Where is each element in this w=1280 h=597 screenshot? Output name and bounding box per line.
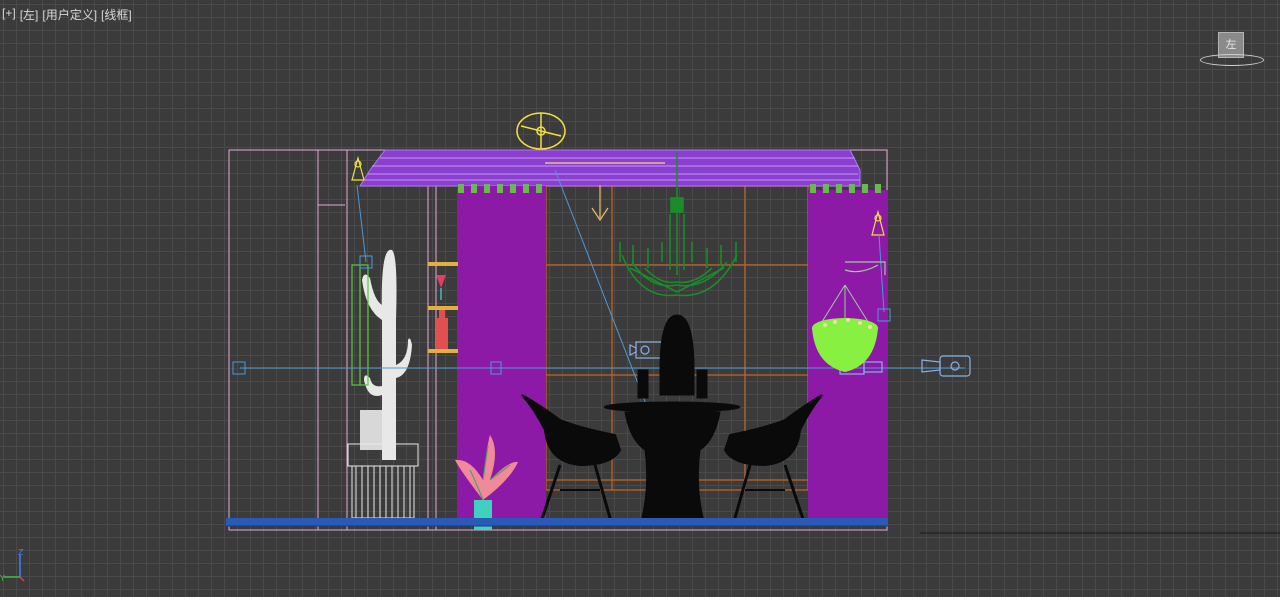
curtain-valance bbox=[359, 149, 861, 187]
wall-shelf bbox=[428, 262, 458, 353]
ceiling-light-icon[interactable] bbox=[516, 112, 566, 150]
bistro-table bbox=[603, 314, 741, 526]
spotlight-icon-left[interactable] bbox=[351, 155, 365, 181]
scene-wireframe[interactable] bbox=[0, 0, 1280, 597]
axis-gizmo: Z Y bbox=[0, 548, 25, 583]
camera-icon-right[interactable] bbox=[921, 355, 971, 377]
axis-y-label: Y bbox=[0, 574, 5, 583]
camera-icon-center[interactable] bbox=[629, 341, 663, 359]
floor-plane bbox=[226, 518, 1280, 534]
axis-z-label: Z bbox=[18, 548, 24, 557]
light-direction-arrow bbox=[591, 185, 609, 222]
